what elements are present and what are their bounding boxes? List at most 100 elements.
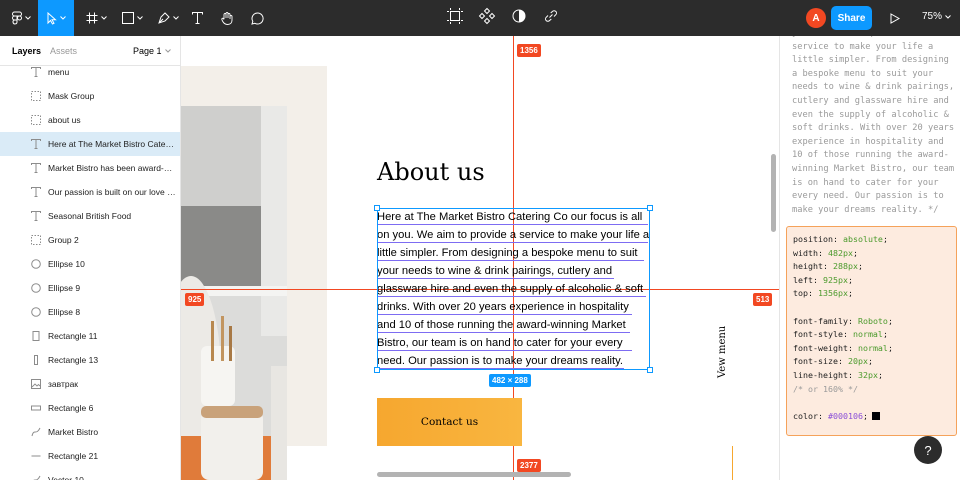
- crop-icon[interactable]: [446, 7, 464, 30]
- css-value: 288px: [832, 261, 858, 272]
- move-tool-button[interactable]: [38, 0, 74, 36]
- about-body-text[interactable]: Here at The Market Bistro Catering Co ou…: [377, 208, 650, 370]
- horizontal-scrollbar[interactable]: [377, 472, 571, 477]
- resize-handle-top-right[interactable]: [647, 205, 653, 211]
- layer-row[interactable]: завтрак: [0, 372, 180, 396]
- color-swatch: [871, 411, 880, 420]
- layer-row[interactable]: Here at The Market Bistro Catering Co ou…: [0, 132, 180, 156]
- measure-label-top: 1356: [517, 44, 541, 57]
- text-underline: [378, 260, 644, 261]
- css-value: Roboto: [857, 315, 888, 326]
- text-underline: [378, 314, 632, 315]
- mask-group-icon: [29, 89, 43, 103]
- layer-row[interactable]: Our passion is built on our love of food: [0, 180, 180, 204]
- vector-icon: [29, 473, 43, 480]
- play-icon: [890, 12, 900, 24]
- present-button[interactable]: [884, 0, 906, 36]
- share-button[interactable]: Share: [831, 6, 872, 30]
- measure-label-left: 925: [185, 293, 205, 306]
- hand-icon: [221, 11, 233, 25]
- text-layer-icon: [29, 161, 43, 175]
- ellipse-icon: [29, 257, 43, 271]
- css-value: 32px: [857, 369, 878, 380]
- avatar[interactable]: A: [806, 8, 826, 28]
- comment-tool-button[interactable]: [246, 0, 268, 36]
- text-underline: [378, 296, 646, 297]
- figma-logo-icon: [11, 11, 22, 25]
- css-key: font-weight:: [793, 342, 853, 353]
- component-icon[interactable]: [478, 7, 496, 30]
- measure-label-bottom: 2377: [517, 459, 541, 472]
- chevron-down-icon: [24, 16, 31, 20]
- text-underline: [378, 242, 648, 243]
- zoom-dropdown[interactable]: 75%: [922, 11, 951, 22]
- layer-row[interactable]: Rectangle 11: [0, 324, 180, 348]
- resize-handle-top-left[interactable]: [374, 205, 380, 211]
- layer-row[interactable]: Mask Group: [0, 84, 180, 108]
- shape-tool-button[interactable]: [116, 0, 148, 36]
- chevron-down-icon: [172, 16, 179, 20]
- layer-row[interactable]: Market Bistro has been award-winning: [0, 156, 180, 180]
- chevron-down-icon: [100, 16, 107, 20]
- chevron-down-icon: [164, 49, 171, 53]
- rectangle-icon: [29, 401, 43, 415]
- css-value: 482px: [827, 247, 853, 258]
- view-menu-label[interactable]: Vew menu: [717, 326, 728, 378]
- text-underline: [378, 278, 614, 279]
- pen-tool-button[interactable]: [152, 0, 184, 36]
- contact-us-button[interactable]: Contact us: [377, 398, 522, 446]
- about-us-heading[interactable]: About us: [377, 158, 485, 186]
- layers-panel: Layers Assets Page 1 menu Mask Group about…: [0, 36, 181, 480]
- css-key: position:: [793, 234, 838, 244]
- layer-name: Vector 10: [48, 475, 84, 480]
- layer-row[interactable]: Seasonal British Food: [0, 204, 180, 228]
- code-panel: you. We aim to provide a service to make…: [779, 36, 960, 480]
- layer-row[interactable]: Ellipse 9: [0, 276, 180, 300]
- menu-accent-line: [732, 446, 733, 480]
- css-key: font-family:: [793, 315, 853, 326]
- css-key: width:: [793, 247, 823, 258]
- layer-row[interactable]: Vector 10: [0, 468, 180, 480]
- layer-row[interactable]: Group 2: [0, 228, 180, 252]
- layer-row[interactable]: Market Bistro: [0, 420, 180, 444]
- layer-row[interactable]: Rectangle 21: [0, 444, 180, 468]
- frame-hash-icon: [86, 12, 97, 24]
- line-icon: [29, 449, 43, 463]
- ellipse-icon: [29, 305, 43, 319]
- layer-row[interactable]: Rectangle 6: [0, 396, 180, 420]
- css-value: 1356px: [817, 288, 848, 299]
- layer-row[interactable]: menu: [0, 60, 180, 84]
- text-layer-icon: [29, 65, 43, 79]
- layer-row[interactable]: Ellipse 8: [0, 300, 180, 324]
- group-icon: [29, 113, 43, 127]
- tab-layers[interactable]: Layers: [12, 46, 41, 56]
- help-button[interactable]: ?: [914, 436, 942, 464]
- layer-row[interactable]: Ellipse 10: [0, 252, 180, 276]
- vector-icon: [29, 425, 43, 439]
- resize-handle-bottom-left[interactable]: [374, 367, 380, 373]
- tab-assets[interactable]: Assets: [50, 46, 77, 56]
- speech-bubble-icon: [250, 11, 264, 25]
- vertical-scrollbar[interactable]: [771, 154, 776, 232]
- frame-tool-button[interactable]: [80, 0, 112, 36]
- layer-name: Our passion is built on our love of food: [48, 187, 176, 197]
- contrast-icon[interactable]: [510, 7, 528, 30]
- layer-name: Market Bistro has been award-winning: [48, 163, 176, 173]
- css-key: height:: [793, 261, 828, 272]
- hand-tool-button[interactable]: [216, 0, 238, 36]
- main-menu-button[interactable]: [4, 0, 38, 36]
- page-selector[interactable]: Page 1: [133, 46, 171, 56]
- canvas[interactable]: About us Here at The Market Bistro Cater…: [181, 36, 779, 480]
- center-tools: [446, 0, 560, 36]
- layer-row[interactable]: Rectangle 13: [0, 348, 180, 372]
- rectangle-icon: [29, 353, 43, 367]
- text-tool-button[interactable]: [186, 0, 208, 36]
- css-properties-box[interactable]: position: absolute; width: 482px; height…: [786, 226, 957, 436]
- text-underline: [378, 350, 632, 351]
- resize-handle-bottom-right[interactable]: [647, 367, 653, 373]
- layer-name: Rectangle 11: [48, 331, 98, 341]
- link-icon[interactable]: [542, 7, 560, 30]
- css-value: #000106: [827, 410, 863, 421]
- text-underline: [378, 368, 624, 369]
- layer-row[interactable]: about us: [0, 108, 180, 132]
